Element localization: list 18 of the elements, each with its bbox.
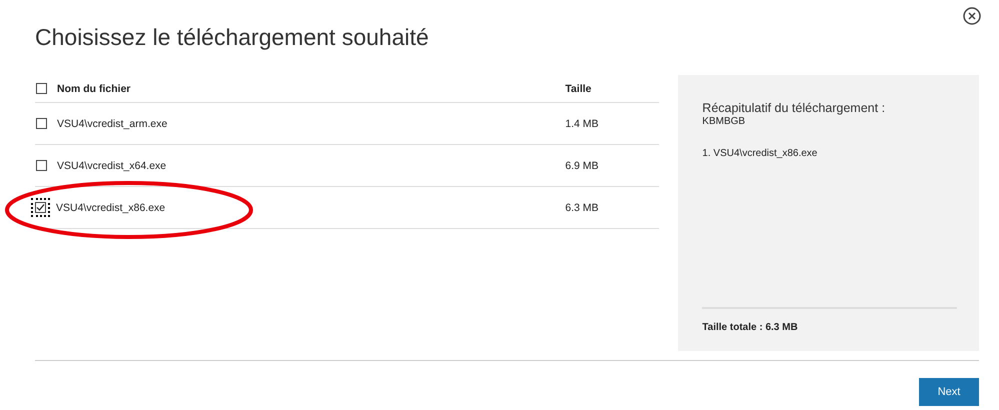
checkbox[interactable] (36, 83, 47, 94)
checkbox[interactable] (36, 160, 47, 171)
summary-item: 1. VSU4\vcredist_x86.exe (702, 148, 818, 159)
file-size: 1.4 MB (565, 118, 600, 130)
checkbox[interactable] (36, 118, 47, 129)
summary-code: KBMBGB (702, 116, 746, 127)
file-name: VSU4\vcredist_x86.exe (56, 202, 166, 214)
dialog-title: Choisissez le téléchargement souhaité (35, 24, 430, 52)
file-name: VSU4\vcredist_x64.exe (57, 160, 168, 172)
column-header: Taille (565, 82, 592, 94)
summary-heading: Récapitulatif du téléchargement : (702, 101, 886, 115)
column-header: Nom du fichier (57, 82, 132, 94)
total-size: Taille totale : 6.3 MB (702, 321, 799, 335)
next-button[interactable]: Next (919, 378, 979, 406)
file-size: 6.9 MB (565, 160, 600, 172)
file-size: 6.3 MB (565, 202, 600, 214)
close-button[interactable] (962, 6, 982, 26)
file-name: VSU4\vcredist_arm.exe (57, 118, 168, 130)
